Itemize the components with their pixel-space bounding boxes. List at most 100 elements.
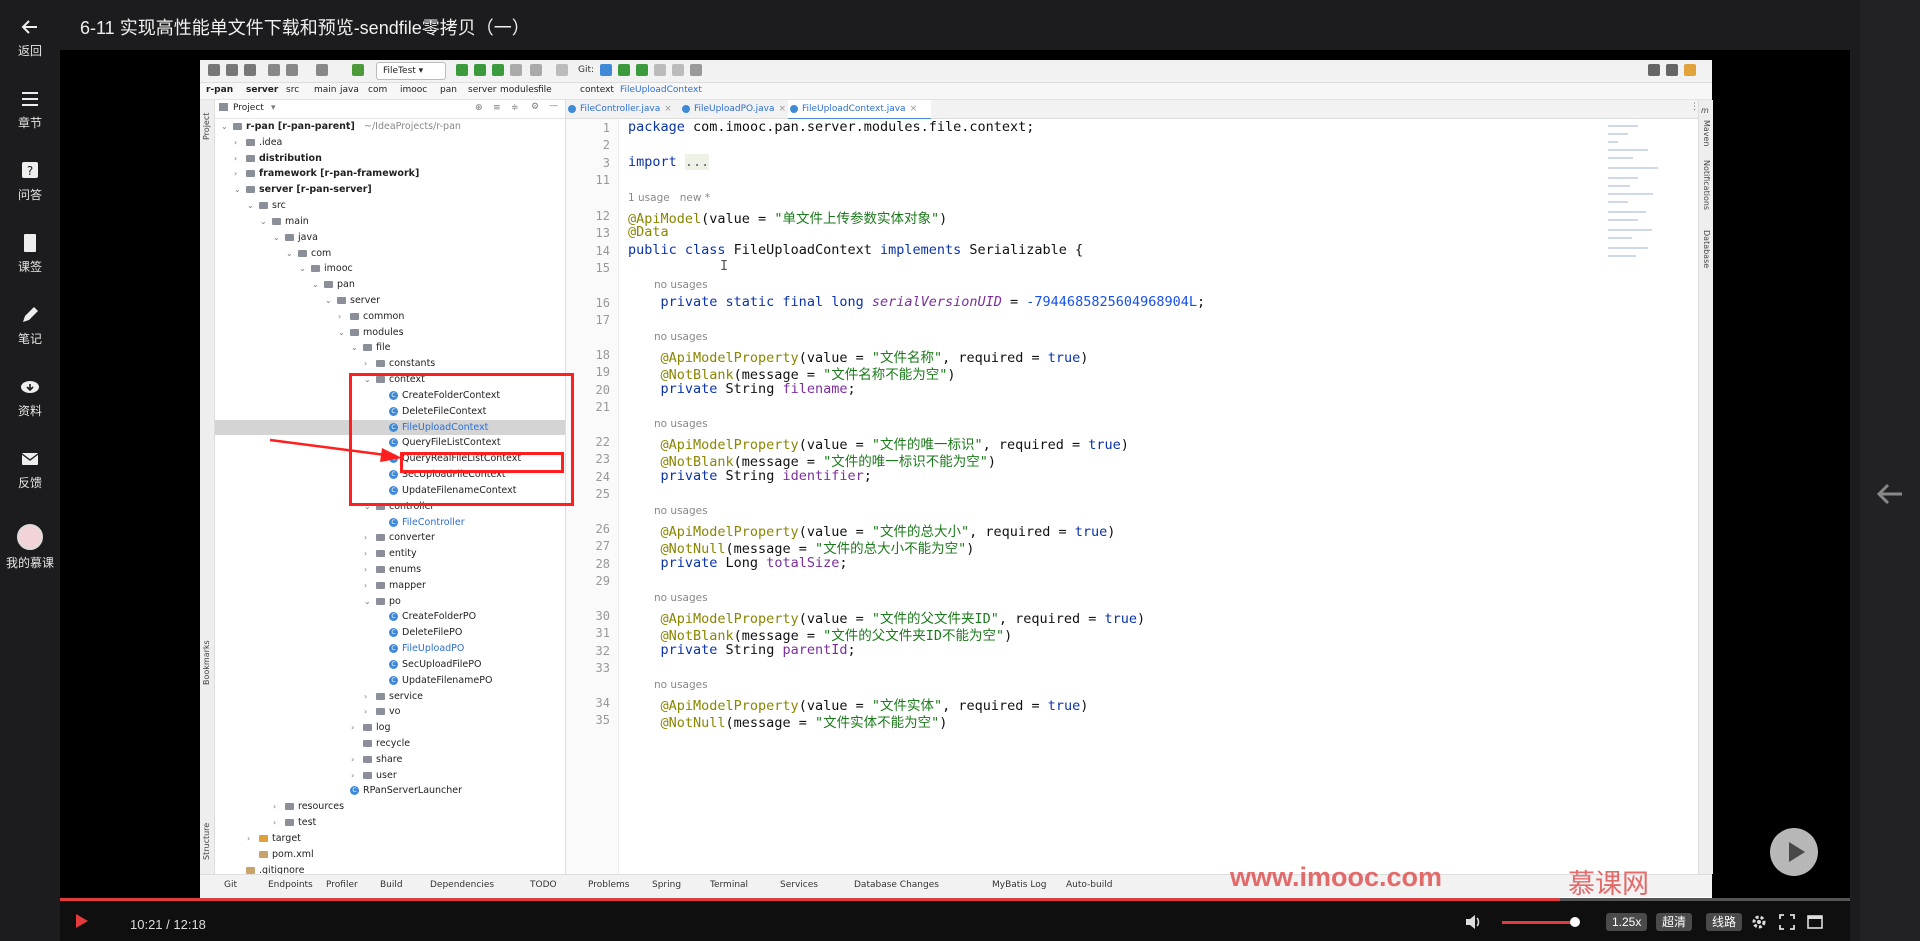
git-update-icon[interactable] [600,64,612,76]
tree-item[interactable]: › .idea [215,135,565,151]
chevron-down-icon[interactable]: ▾ [271,103,276,113]
status-tool-button[interactable]: Build [380,880,403,890]
tree-item[interactable]: C CreateFolderPO [215,609,565,625]
breadcrumb-item[interactable]: context [580,85,614,95]
tree-item[interactable]: C DeleteFilePO [215,625,565,641]
status-tool-button[interactable]: Endpoints [268,880,313,890]
back-button[interactable]: 返回 [0,16,60,59]
chevron-down-icon[interactable]: ⌄ [364,594,371,610]
tree-item[interactable]: C UpdateFilenamePO [215,673,565,689]
chevron-down-icon[interactable]: ⌄ [234,182,241,198]
tree-item[interactable]: › entity [215,546,565,562]
breadcrumb-item[interactable]: imooc [400,85,427,95]
project-view-select[interactable]: Project [233,103,264,113]
tree-item[interactable]: › mapper [215,578,565,594]
status-tool-button[interactable]: Spring [652,880,681,890]
chevron-right-icon[interactable]: › [351,768,354,784]
status-tool-button[interactable]: Profiler [326,880,358,890]
tree-item[interactable]: › converter [215,530,565,546]
bookmarks-tool-tab[interactable]: Bookmarks [202,640,211,685]
git-history-icon[interactable] [654,64,666,76]
chapters-button[interactable]: 章节 [0,88,60,131]
chevron-right-icon[interactable]: › [273,799,276,815]
open-icon[interactable] [208,64,220,76]
minimize-icon[interactable]: — [549,101,558,111]
status-tool-button[interactable]: Git [224,880,237,890]
tree-item[interactable]: › enums [215,562,565,578]
tree-item[interactable]: › constants [215,356,565,372]
tree-item[interactable]: ⌄ r-pan [r-pan-parent] ~/IdeaProjects/r-pa… [215,119,565,135]
tree-item[interactable]: C FileController [215,515,565,531]
my-courses-button[interactable]: 我的慕课 [0,524,60,571]
status-tool-button[interactable]: Database Changes [854,880,939,890]
tree-item[interactable]: › distribution [215,151,565,167]
tree-item[interactable]: › share [215,752,565,768]
tree-item[interactable]: › log [215,720,565,736]
chevron-right-icon[interactable]: › [364,704,367,720]
close-icon[interactable]: × [910,104,918,114]
expand-all-icon[interactable]: ≡ [493,103,501,113]
tree-item[interactable]: ⌄ server [r-pan-server] [215,182,565,198]
speed-button[interactable]: 1.25x [1606,913,1648,931]
chevron-right-icon[interactable]: › [364,546,367,562]
locate-icon[interactable]: ⊕ [475,103,483,113]
chevron-down-icon[interactable]: ⌄ [325,293,332,309]
chevron-down-icon[interactable]: ⌄ [247,198,254,214]
chevron-right-icon[interactable]: › [338,309,341,325]
save-icon[interactable] [226,64,238,76]
close-icon[interactable]: × [778,104,786,114]
structure-tool-tab[interactable]: Structure [202,823,211,860]
chevron-right-icon[interactable]: › [351,752,354,768]
notes-button[interactable]: 笔记 [0,304,60,347]
settings-gear-icon[interactable] [1750,913,1768,931]
status-tool-button[interactable]: Services [780,880,818,890]
tree-item[interactable]: C RPanServerLauncher [215,783,565,799]
chevron-right-icon[interactable]: › [364,689,367,705]
tree-item[interactable]: ⌄ java [215,230,565,246]
breadcrumb-item[interactable]: file [538,85,552,95]
breadcrumb-item[interactable]: server [246,85,278,95]
breadcrumb-item[interactable]: server [468,85,497,95]
user-icon[interactable] [316,64,328,76]
tree-item[interactable]: › target [215,831,565,847]
maven-tool-tab[interactable]: Maven [1702,120,1711,147]
tree-item[interactable]: › resources [215,799,565,815]
chevron-down-icon[interactable]: ⌄ [338,325,345,341]
collapse-arrow-icon[interactable] [1872,476,1908,512]
tree-item[interactable]: › test [215,815,565,831]
git-commit-icon[interactable] [618,64,630,76]
chevron-right-icon[interactable]: › [234,166,237,182]
gear-icon[interactable]: ⚙ [531,102,539,112]
notifications-tool-tab[interactable]: Notifications [1702,160,1711,210]
tree-item[interactable]: ⌄ server [215,293,565,309]
project-tool-tab[interactable]: Project [202,113,211,140]
code-editor[interactable]: package com.imooc.pan.server.modules.fil… [620,119,1700,874]
tree-item[interactable]: pom.xml [215,847,565,863]
chevron-right-icon[interactable]: › [364,356,367,372]
back-nav-icon[interactable] [268,64,280,76]
run-icon[interactable] [456,64,468,76]
sync-icon[interactable] [244,64,256,76]
tree-item[interactable]: ⌄ modules [215,325,565,341]
tree-item[interactable]: › vo [215,704,565,720]
tree-item[interactable]: ⌄ pan [215,277,565,293]
tree-item[interactable]: ⌄ src [215,198,565,214]
rollback-icon[interactable] [690,64,702,76]
breadcrumb-item[interactable]: r-pan [206,85,233,95]
chevron-down-icon[interactable]: ⌄ [286,246,293,262]
profile-icon[interactable] [510,64,522,76]
breadcrumb-item[interactable]: com [368,85,387,95]
status-tool-button[interactable]: TODO [530,880,557,890]
run-config-select[interactable]: FileTest ▾ [376,62,446,80]
breadcrumb-item[interactable]: java [340,85,359,95]
close-icon[interactable]: × [664,104,672,114]
stop-icon[interactable] [556,64,568,76]
collapse-all-icon[interactable]: ≑ [511,103,519,113]
volume-slider[interactable] [1502,921,1574,924]
tree-item[interactable]: › user [215,768,565,784]
route-button[interactable]: 线路 [1706,913,1743,931]
chevron-down-icon[interactable]: ⌄ [299,261,306,277]
play-icon[interactable] [72,912,90,930]
database-tool-tab[interactable]: Database [1702,230,1711,268]
fullscreen-icon[interactable] [1778,913,1796,931]
